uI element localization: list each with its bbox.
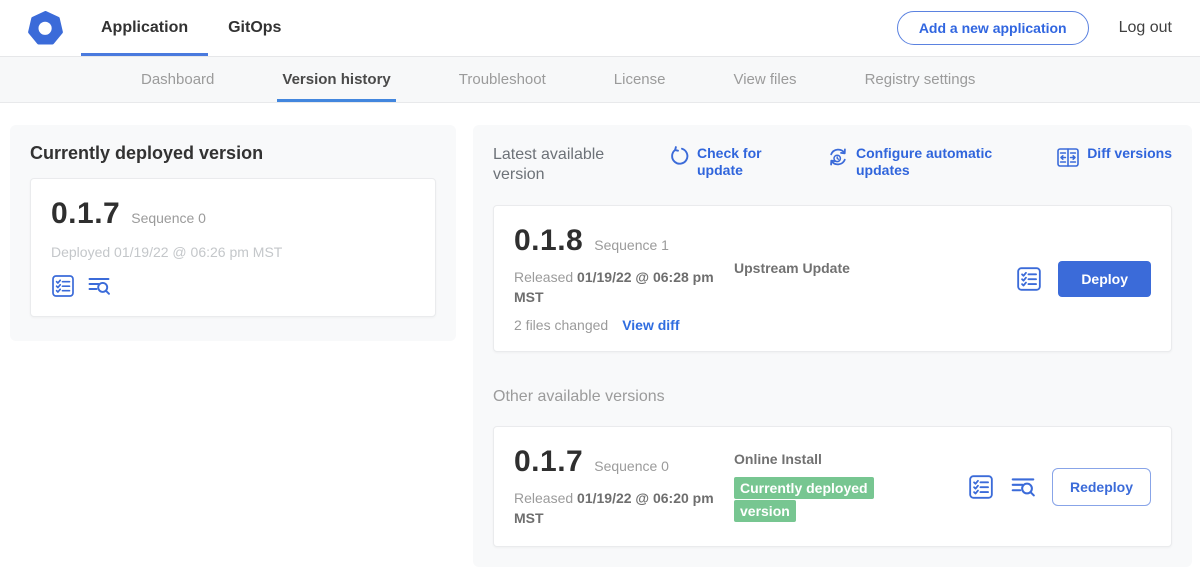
latest-version-actions: Deploy — [1016, 261, 1151, 297]
released-label: Released — [514, 490, 573, 506]
deployed-version-sequence: Sequence 0 — [131, 210, 206, 226]
other-version-actions: Redeploy — [968, 468, 1151, 506]
kots-logo-icon — [28, 11, 63, 46]
currently-deployed-title: Currently deployed version — [30, 143, 436, 164]
files-changed-text: 2 files changed — [514, 317, 608, 333]
currently-deployed-badge: Currently deployed version — [734, 477, 874, 521]
subnav-item-registry-settings[interactable]: Registry settings — [860, 57, 981, 102]
refresh-icon — [669, 146, 690, 167]
nav-tab-gitops-label: GitOps — [228, 19, 281, 37]
preflight-checks-icon[interactable] — [51, 274, 75, 298]
check-for-update-label: Check for update — [697, 145, 769, 178]
logout-link[interactable]: Log out — [1119, 0, 1172, 56]
latest-version-info: 0.1.8 Sequence 1 Released 01/19/22 @ 06:… — [514, 224, 722, 333]
released-label: Released — [514, 269, 573, 285]
subnav-item-view-files[interactable]: View files — [728, 57, 801, 102]
latest-version-sequence: Sequence 1 — [594, 237, 669, 253]
view-logs-icon[interactable] — [87, 274, 111, 298]
deployed-version-number: 0.1.7 — [51, 197, 120, 231]
other-version-sequence: Sequence 0 — [594, 458, 669, 474]
other-versions-heading: Other available versions — [493, 388, 1172, 406]
deploy-button[interactable]: Deploy — [1058, 261, 1151, 297]
latest-available-header: Latest available version Check for updat… — [493, 145, 1172, 185]
configure-automatic-updates-label: Configure automatic updates — [856, 145, 996, 178]
latest-available-title: Latest available version — [493, 145, 625, 185]
latest-version-released: Released 01/19/22 @ 06:28 pm MST — [514, 268, 720, 307]
view-logs-icon[interactable] — [1010, 474, 1036, 500]
configure-automatic-updates-button[interactable]: Configure automatic updates — [827, 145, 996, 178]
top-nav: Application GitOps Add a new application… — [0, 0, 1200, 57]
currently-deployed-panel: Currently deployed version 0.1.7 Sequenc… — [10, 125, 456, 341]
app-logo[interactable] — [28, 0, 63, 56]
other-version-info: 0.1.7 Sequence 0 Released 01/19/22 @ 06:… — [514, 445, 722, 528]
subnav-item-version-history[interactable]: Version history — [277, 57, 395, 102]
latest-version-source: Upstream Update — [734, 224, 934, 333]
currently-deployed-badge-wrap: Currently deployed version — [734, 477, 886, 522]
subnav-item-license[interactable]: License — [609, 57, 671, 102]
nav-tab-gitops[interactable]: GitOps — [208, 0, 301, 56]
subnav-item-troubleshoot[interactable]: Troubleshoot — [454, 57, 551, 102]
other-version-row: 0.1.7 Sequence 0 Released 01/19/22 @ 06:… — [493, 426, 1172, 547]
deployed-version-card: 0.1.7 Sequence 0 Deployed 01/19/22 @ 06:… — [30, 178, 436, 317]
other-version-source-block: Online Install Currently deployed versio… — [734, 445, 934, 528]
app-sub-nav: Dashboard Version history Troubleshoot L… — [0, 57, 1200, 103]
nav-tab-application[interactable]: Application — [81, 0, 208, 56]
subnav-item-dashboard[interactable]: Dashboard — [136, 57, 219, 102]
topnav-spacer — [301, 0, 896, 56]
nav-tab-application-label: Application — [101, 19, 188, 37]
main-content: Currently deployed version 0.1.7 Sequenc… — [0, 103, 1200, 567]
other-version-source: Online Install — [734, 451, 934, 467]
preflight-checks-icon[interactable] — [1016, 266, 1042, 292]
latest-available-panel: Latest available version Check for updat… — [473, 125, 1192, 567]
redeploy-button[interactable]: Redeploy — [1052, 468, 1151, 506]
deployed-timestamp: Deployed 01/19/22 @ 06:26 pm MST — [51, 244, 415, 260]
diff-versions-icon — [1056, 146, 1080, 170]
other-version-number: 0.1.7 — [514, 445, 583, 479]
other-version-released: Released 01/19/22 @ 06:20 pm MST — [514, 489, 720, 528]
diff-versions-label: Diff versions — [1087, 145, 1172, 162]
preflight-checks-icon[interactable] — [968, 474, 994, 500]
view-diff-link[interactable]: View diff — [622, 317, 679, 333]
add-application-button[interactable]: Add a new application — [897, 11, 1089, 45]
latest-version-row: 0.1.8 Sequence 1 Released 01/19/22 @ 06:… — [493, 205, 1172, 352]
latest-version-number: 0.1.8 — [514, 224, 583, 258]
auto-update-clock-icon — [827, 146, 849, 168]
diff-versions-button[interactable]: Diff versions — [1056, 145, 1172, 170]
check-for-update-button[interactable]: Check for update — [669, 145, 769, 178]
